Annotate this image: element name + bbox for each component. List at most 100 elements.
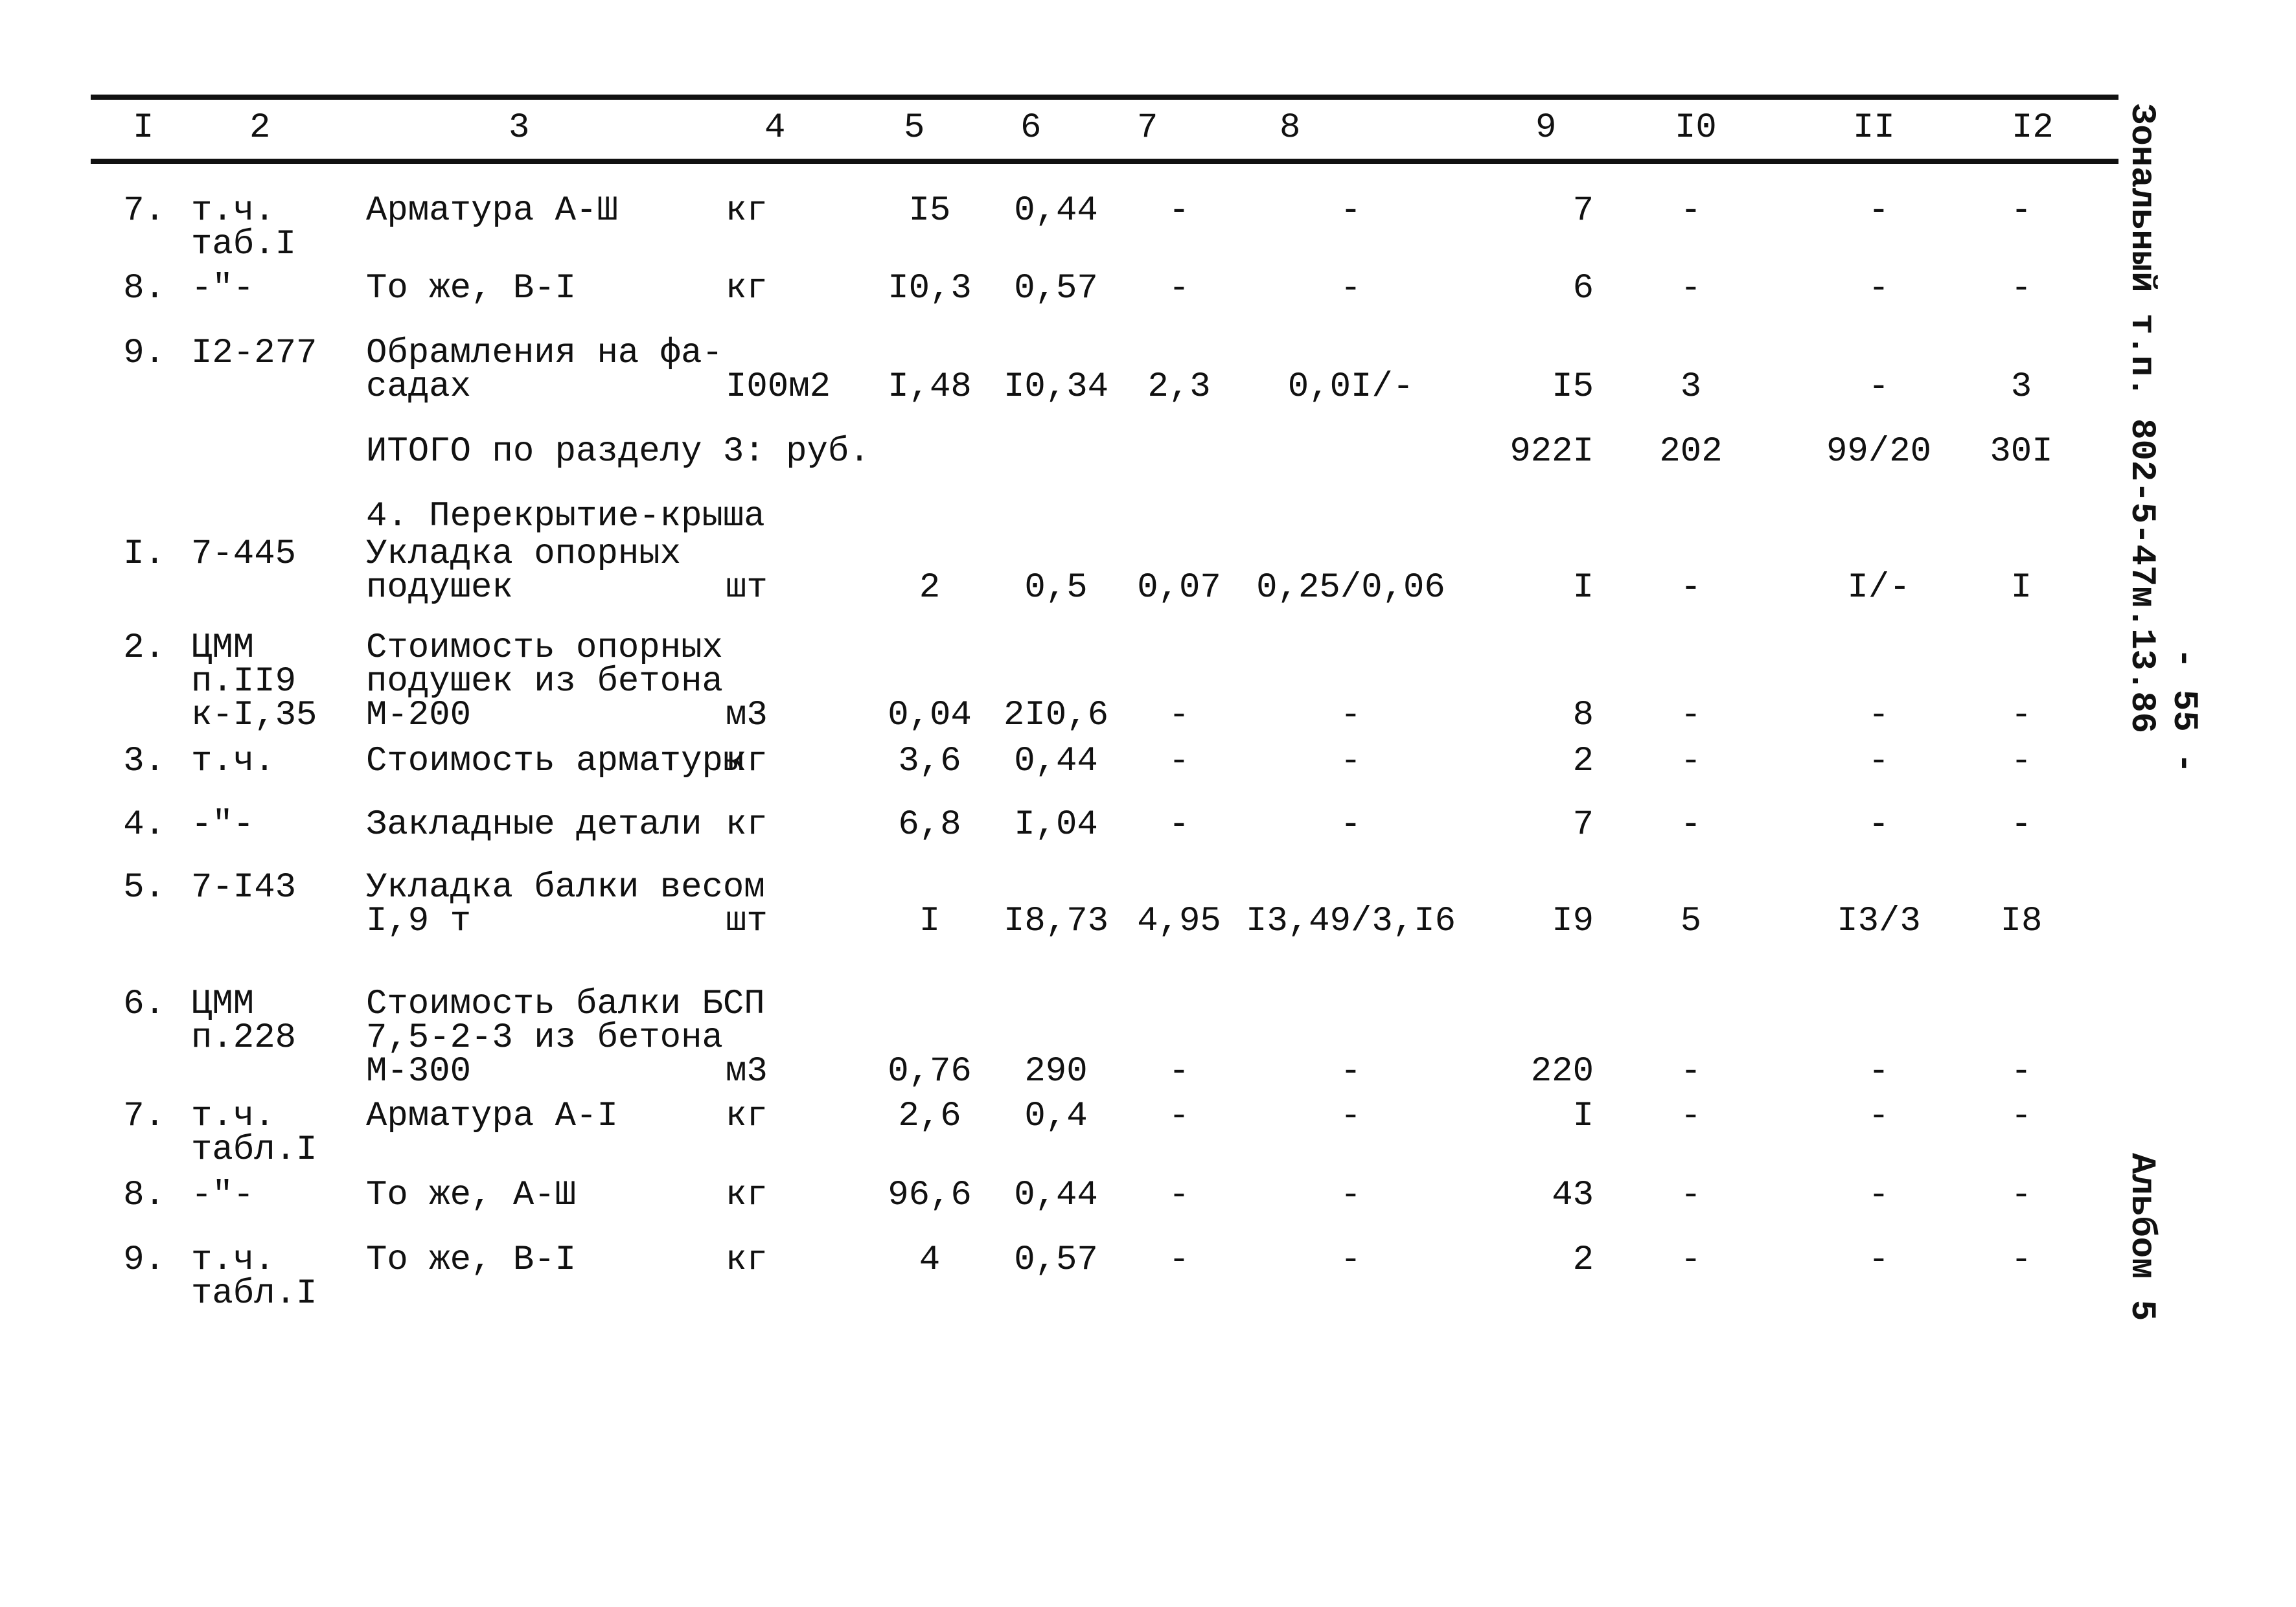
col9: 8 <box>1572 696 1594 735</box>
col8: - <box>1340 191 1362 231</box>
col7: - <box>1168 191 1190 231</box>
item-name: То же, В-I <box>366 1240 577 1280</box>
col11: - <box>1868 1052 1890 1091</box>
col9: 2 <box>1572 742 1594 781</box>
item-number: 9. <box>123 1240 165 1280</box>
total-col9: 922I <box>1510 432 1594 472</box>
col10: - <box>1680 269 1702 308</box>
col9: 2 <box>1572 1240 1594 1280</box>
col8: - <box>1340 269 1362 308</box>
norm-code: -"- <box>191 805 255 845</box>
col6: I8,73 <box>1003 902 1109 941</box>
table-top-rule <box>91 95 2118 100</box>
unit: I00м2 <box>726 367 831 407</box>
norm-code: т.ч. таб.I <box>191 191 297 264</box>
col5: 2 <box>919 568 941 608</box>
col6: I0,34 <box>1003 367 1109 407</box>
norm-code: т.ч. <box>191 742 275 781</box>
total-col10: 202 <box>1659 432 1723 472</box>
col7: - <box>1168 696 1190 735</box>
item-number: 4. <box>123 805 165 845</box>
col-header-5: 5 <box>904 108 925 148</box>
col8: 0,0I/- <box>1287 367 1414 407</box>
section-title: 4. Перекрытие-крыша <box>366 497 765 536</box>
col9: 43 <box>1552 1176 1594 1215</box>
col11: I3/3 <box>1837 902 1921 941</box>
col9: 7 <box>1572 805 1594 845</box>
col11: - <box>1868 1097 1890 1136</box>
col10: - <box>1680 1097 1702 1136</box>
project-code-margin: Зональный т.п. 802-5-47м.13.86 <box>2122 104 2161 734</box>
col11: - <box>1868 191 1890 231</box>
col8: - <box>1340 1097 1362 1136</box>
item-name: Стоимость опорных подушек из бетона М-20… <box>366 628 723 735</box>
col12: 3 <box>2010 367 2032 407</box>
col5: I5 <box>908 191 951 231</box>
col6: 0,44 <box>1014 742 1098 781</box>
col8: - <box>1340 1052 1362 1091</box>
norm-code: I2-277 <box>191 334 317 373</box>
col6: I,04 <box>1014 805 1098 845</box>
item-number: 8. <box>123 1176 165 1215</box>
col7: - <box>1168 1176 1190 1215</box>
item-number: 8. <box>123 269 165 308</box>
unit: кг <box>726 1240 768 1280</box>
unit: шт <box>726 568 768 608</box>
col10: - <box>1680 1240 1702 1280</box>
item-number: 9. <box>123 334 165 373</box>
norm-code: -"- <box>191 269 255 308</box>
item-name: То же, А-Ш <box>366 1176 577 1215</box>
col5: 4 <box>919 1240 941 1280</box>
norm-code: ЦММ п.II9 к-I,35 <box>191 628 317 735</box>
item-name: Арматура А-I <box>366 1097 618 1136</box>
col5: 96,6 <box>888 1176 972 1215</box>
col10: 3 <box>1680 367 1702 407</box>
col6: 2I0,6 <box>1003 696 1109 735</box>
norm-code: т.ч. табл.I <box>191 1240 317 1314</box>
norm-code: 7-I43 <box>191 868 297 907</box>
col7: 4,95 <box>1137 902 1221 941</box>
item-number: 7. <box>123 191 165 231</box>
norm-code: 7-445 <box>191 534 297 574</box>
item-name: Арматура А-Ш <box>366 191 618 231</box>
col12: - <box>2010 1097 2032 1136</box>
item-number: 7. <box>123 1097 165 1136</box>
unit: кг <box>726 742 768 781</box>
col8: - <box>1340 1240 1362 1280</box>
col7: - <box>1168 1240 1190 1280</box>
unit: кг <box>726 805 768 845</box>
col11: I/- <box>1847 568 1911 608</box>
col10: - <box>1680 568 1702 608</box>
col12: - <box>2010 1240 2032 1280</box>
col9: 6 <box>1572 269 1594 308</box>
col-header-1: I <box>133 108 154 148</box>
col12: - <box>2010 1176 2032 1215</box>
col10: - <box>1680 696 1702 735</box>
col8: - <box>1340 742 1362 781</box>
col6: 0,44 <box>1014 1176 1098 1215</box>
unit: кг <box>726 1097 768 1136</box>
col5: 6,8 <box>898 805 961 845</box>
col11: - <box>1868 367 1890 407</box>
col5: 3,6 <box>898 742 961 781</box>
col8: - <box>1340 1176 1362 1215</box>
col10: - <box>1680 1052 1702 1091</box>
norm-code: -"- <box>191 1176 255 1215</box>
col-header-10: I0 <box>1675 108 1717 148</box>
col8: 0,25/0,06 <box>1256 568 1445 608</box>
item-name: Стоимость балки БСП 7,5-2-3 из бетона М-… <box>366 985 765 1091</box>
col6: 0,44 <box>1014 191 1098 231</box>
col-header-7: 7 <box>1137 108 1158 148</box>
col9: I9 <box>1552 902 1594 941</box>
col11: - <box>1868 1176 1890 1215</box>
col7: - <box>1168 742 1190 781</box>
col10: - <box>1680 1176 1702 1215</box>
col-header-4: 4 <box>764 108 786 148</box>
unit: м3 <box>726 1052 768 1091</box>
col7: 2,3 <box>1147 367 1211 407</box>
col9: I <box>1572 568 1594 608</box>
col10: - <box>1680 191 1702 231</box>
unit: кг <box>726 191 768 231</box>
norm-code: ЦММ п.228 <box>191 985 297 1058</box>
table-header-rule <box>91 159 2118 164</box>
